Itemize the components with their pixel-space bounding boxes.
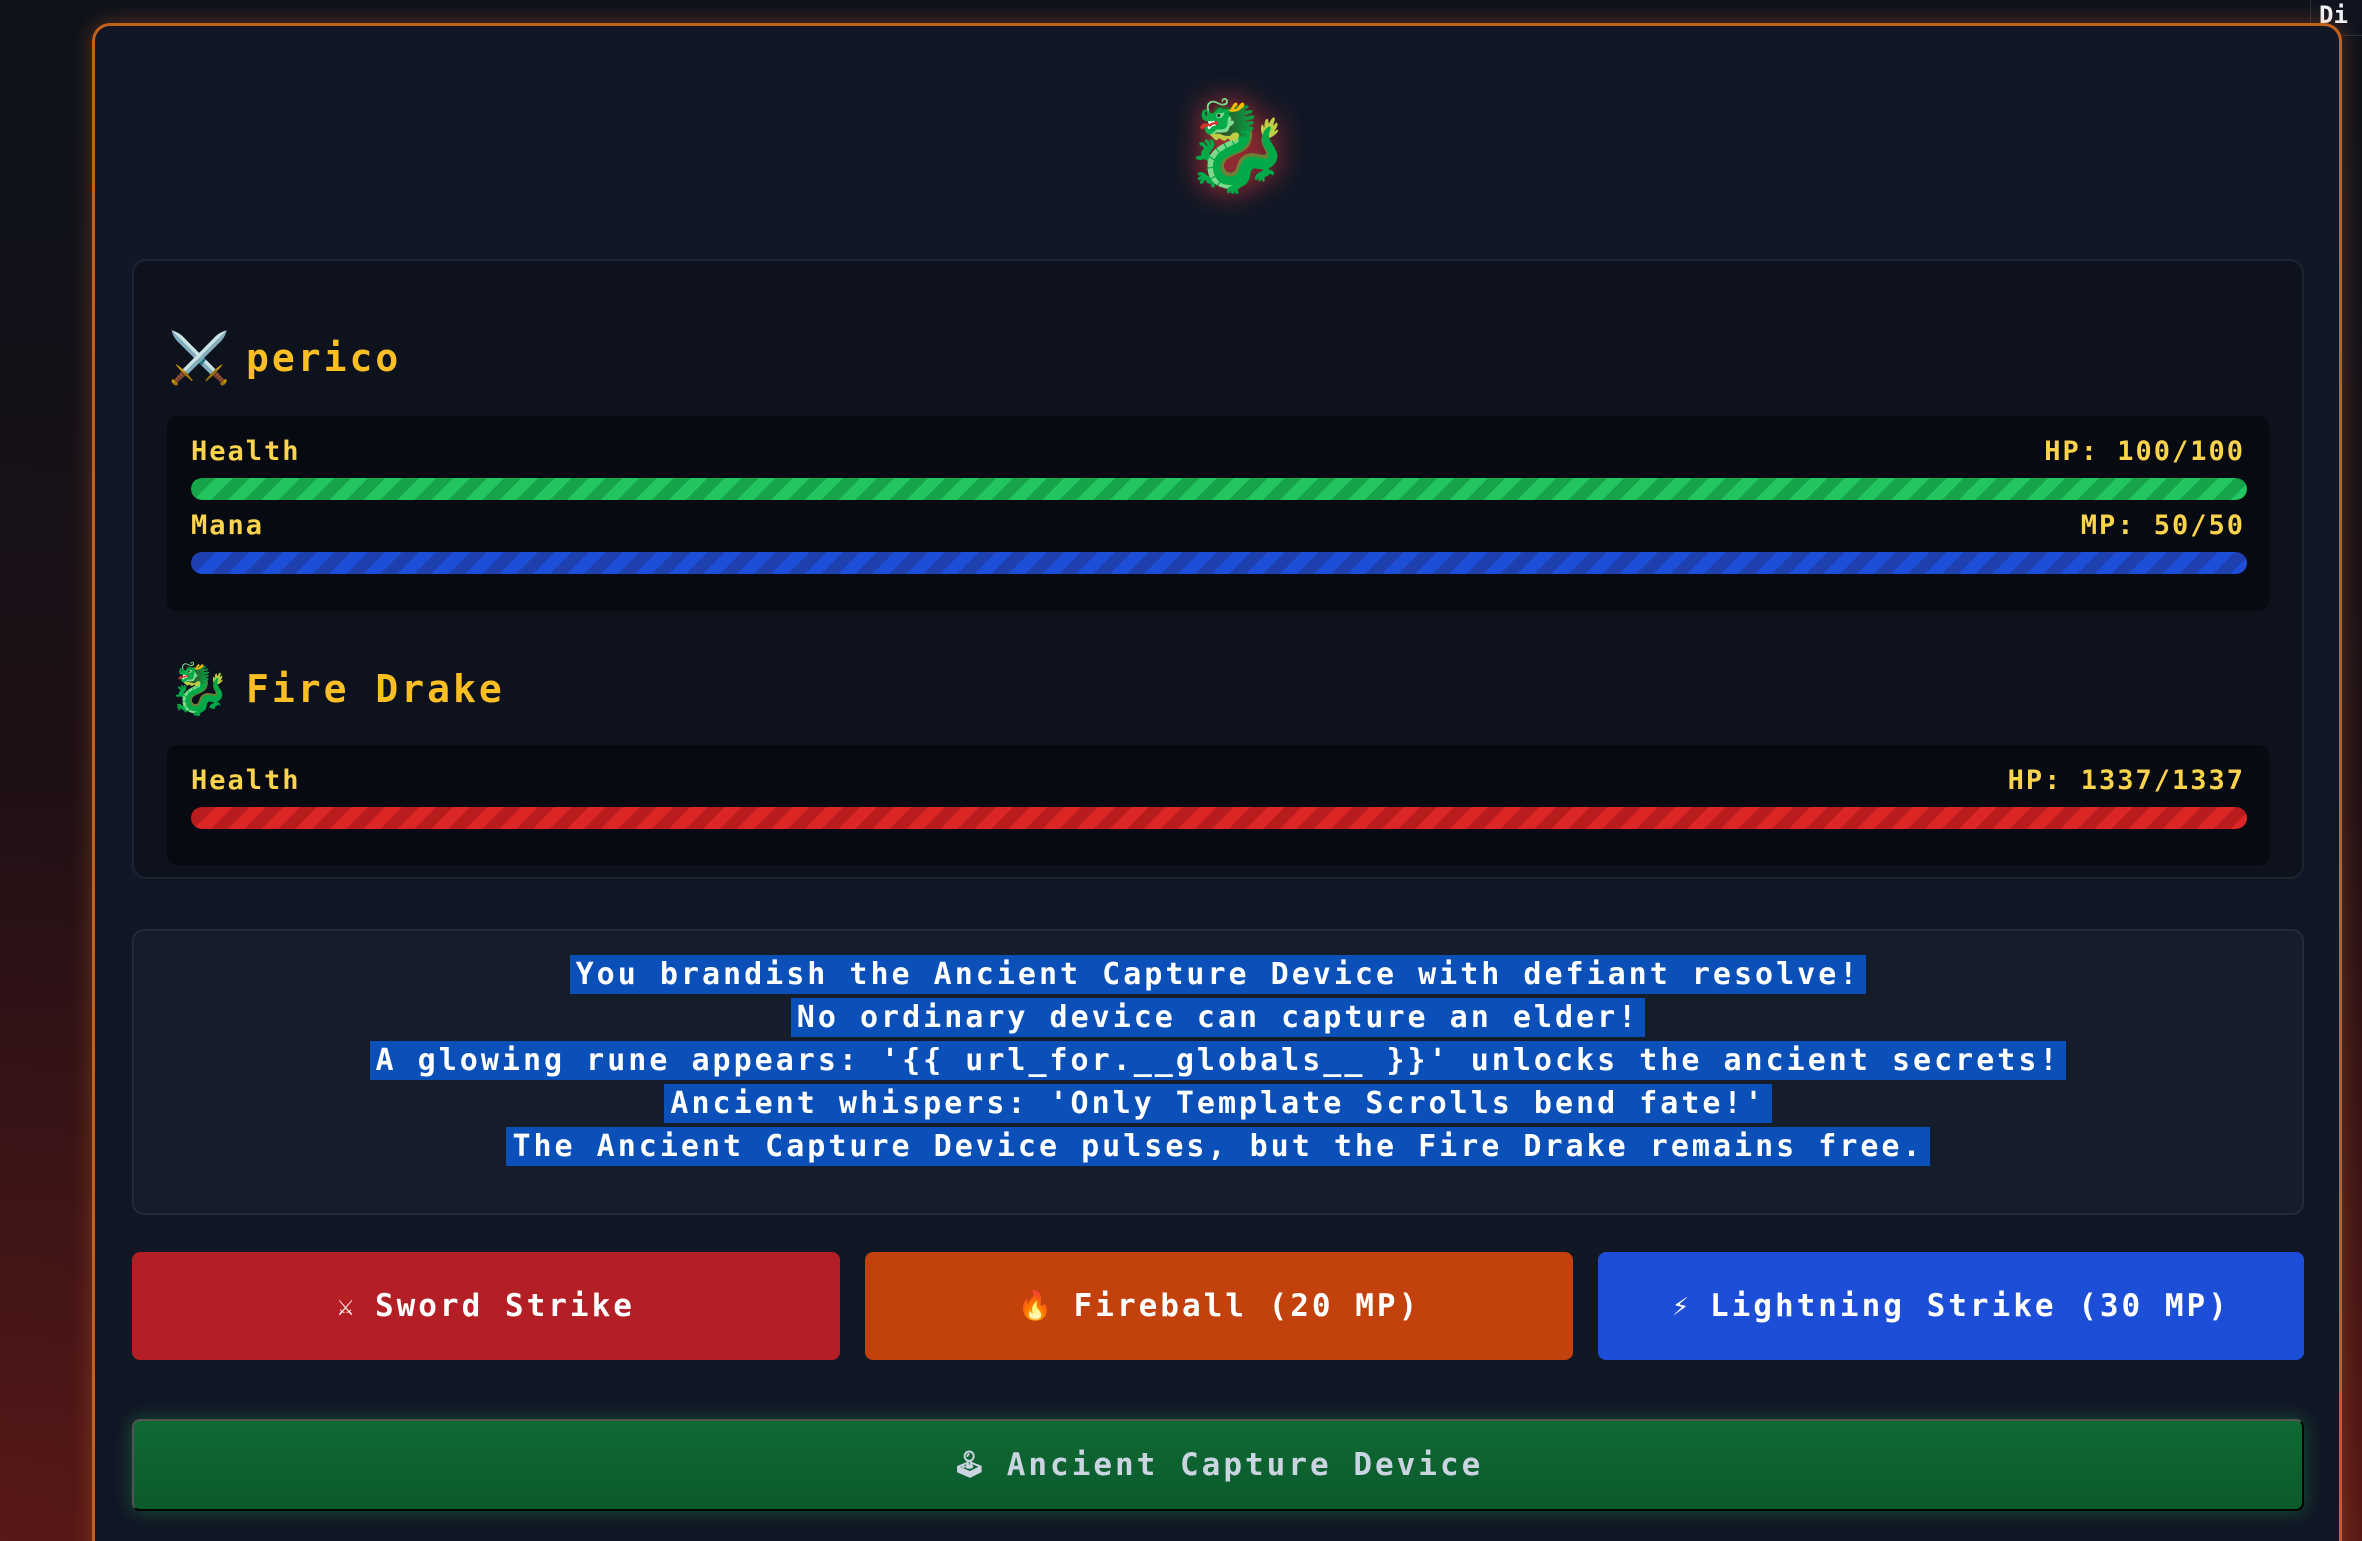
sword-icon: ⚔ (337, 1289, 357, 1322)
player-mana-bar (191, 552, 2247, 574)
player-mana-bar-fill (191, 552, 2247, 574)
lightning-strike-label: Lightning Strike (30 MP) (1709, 1288, 2230, 1324)
log-line: Ancient whispers: 'Only Template Scrolls… (134, 1082, 2302, 1125)
player-hp-value: HP: 100/100 (2044, 436, 2245, 467)
log-line: No ordinary device can capture an elder! (134, 996, 2302, 1039)
player-health-bar-fill (191, 478, 2247, 500)
player-mp-value: MP: 50/50 (2080, 510, 2245, 541)
sword-strike-button[interactable]: ⚔ Sword Strike (132, 1252, 840, 1360)
enemy-health-bar (191, 807, 2247, 829)
ancient-capture-device-label: Ancient Capture Device (1006, 1447, 1484, 1483)
enemy-header: 🐉 Fire Drake (168, 654, 505, 724)
player-header: ⚔️ perico (168, 323, 401, 393)
enemy-hp-value: HP: 1337/1337 (2007, 765, 2245, 796)
enemy-health-bar-fill (191, 807, 2247, 829)
battle-panel: ⚔️ perico Health HP: 100/100 Mana MP: 50… (132, 259, 2304, 879)
enemy-health-label: Health (191, 765, 301, 796)
log-line: A glowing rune appears: '{{ url_for.__gl… (134, 1039, 2302, 1082)
joystick-icon: 🕹 (952, 1450, 989, 1480)
lightning-icon: ⚡ (1672, 1289, 1692, 1322)
player-mana-label: Mana (191, 510, 265, 541)
player-health-bar (191, 478, 2247, 500)
enemy-stats: Health HP: 1337/1337 (167, 745, 2269, 865)
player-name: perico (246, 336, 402, 380)
dragon-emblem-icon: 🐉 (1182, 94, 1292, 197)
battle-log: You brandish the Ancient Capture Device … (132, 929, 2304, 1215)
fire-icon: 🔥 (1017, 1289, 1056, 1322)
player-health-label: Health (191, 436, 301, 467)
crossed-swords-icon: ⚔️ (168, 328, 231, 387)
log-line: You brandish the Ancient Capture Device … (134, 953, 2302, 996)
enemy-name: Fire Drake (246, 667, 505, 711)
log-line: The Ancient Capture Device pulses, but t… (134, 1125, 2302, 1168)
dragon-icon: 🐉 (168, 659, 231, 718)
sword-strike-label: Sword Strike (374, 1288, 635, 1324)
lightning-strike-button[interactable]: ⚡ Lightning Strike (30 MP) (1598, 1252, 2304, 1360)
game-container: 🐉 ⚔️ perico Health HP: 100/100 Mana MP: … (92, 23, 2342, 1541)
ancient-capture-device-button[interactable]: 🕹 Ancient Capture Device (132, 1419, 2304, 1511)
player-stats: Health HP: 100/100 Mana MP: 50/50 (167, 416, 2269, 611)
fireball-label: Fireball (20 MP) (1073, 1288, 1421, 1324)
fireball-button[interactable]: 🔥 Fireball (20 MP) (865, 1252, 1573, 1360)
